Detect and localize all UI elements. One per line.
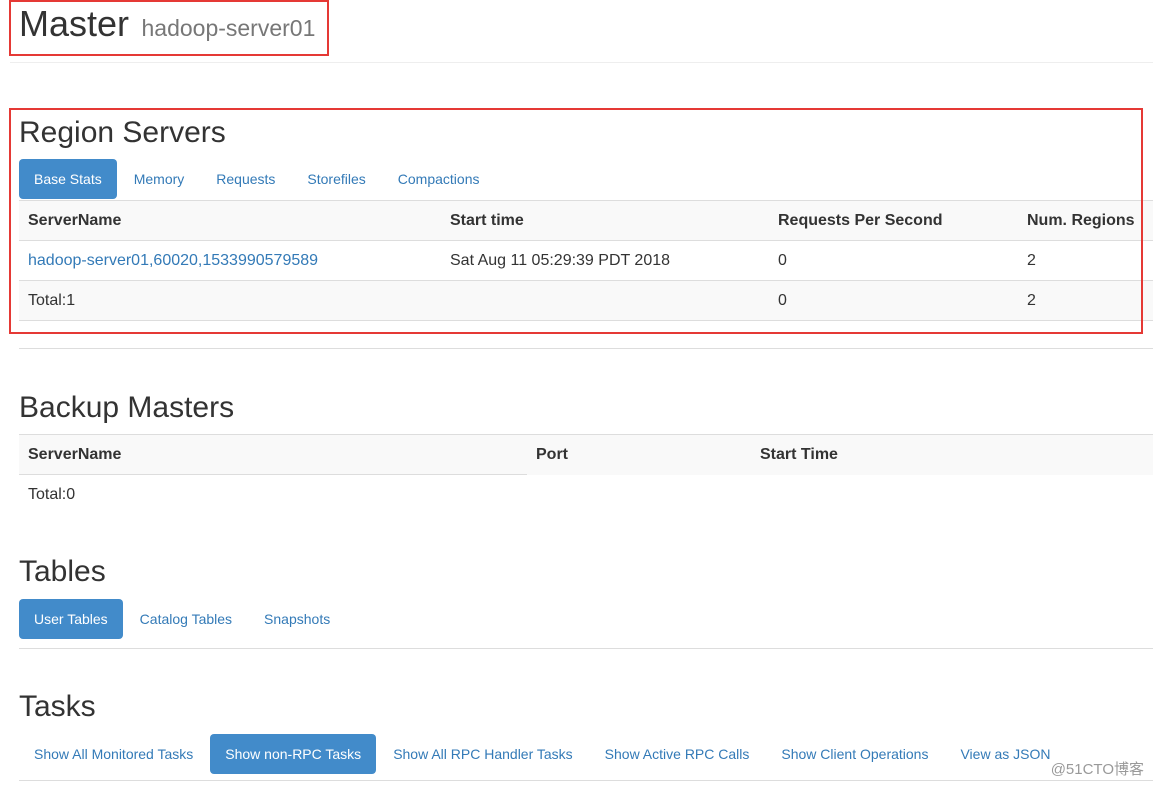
cell-total-requests: 0 [769, 280, 1018, 321]
tab-view-as-json[interactable]: View as JSON [945, 734, 1065, 774]
tab-show-client-operations[interactable]: Show Client Operations [766, 734, 943, 774]
cell-start-time: Sat Aug 11 05:29:39 PDT 2018 [441, 240, 769, 281]
region-servers-table: ServerName Start time Requests Per Secon… [19, 200, 1153, 321]
watermark-text: @51CTO博客 [1050, 761, 1144, 778]
cell-empty [527, 475, 751, 515]
page-header: Master hadoop-server01 [19, 2, 315, 46]
tab-show-all-rpc-handler-tasks[interactable]: Show All RPC Handler Tasks [378, 734, 587, 774]
column-header-requests-per-second: Requests Per Second [769, 200, 1018, 241]
table-row: hadoop-server01,60020,1533990579589 Sat … [19, 240, 1153, 281]
column-header-servername: ServerName [19, 434, 527, 475]
cell-total-regions: 2 [1018, 280, 1153, 321]
header-divider [10, 62, 1153, 63]
column-header-port: Port [527, 434, 751, 475]
tab-storefiles[interactable]: Storefiles [292, 159, 380, 199]
table-header-row: ServerName Start time Requests Per Secon… [19, 200, 1153, 241]
tab-requests[interactable]: Requests [201, 159, 290, 199]
cell-total-empty [441, 280, 769, 321]
column-header-start-time: Start Time [751, 434, 1153, 475]
region-servers-tabs: Base Stats Memory Requests Storefiles Co… [19, 159, 496, 199]
table-header-row: ServerName Port Start Time [19, 434, 1153, 475]
tab-catalog-tables[interactable]: Catalog Tables [125, 599, 247, 639]
cell-total-label: Total:0 [28, 485, 76, 503]
server-link[interactable]: hadoop-server01,60020,1533990579589 [28, 252, 318, 269]
tasks-divider [19, 780, 1153, 781]
tab-memory[interactable]: Memory [119, 159, 200, 199]
cell-num-regions: 2 [1018, 240, 1153, 281]
cell-total-label: Total:1 [19, 280, 441, 321]
backup-masters-title: Backup Masters [19, 391, 235, 424]
tab-compactions[interactable]: Compactions [383, 159, 495, 199]
table-total-row: Total:1 0 2 [19, 280, 1153, 321]
column-header-num-regions: Num. Regions [1018, 200, 1153, 241]
cell-empty [751, 475, 1153, 515]
tab-user-tables[interactable]: User Tables [19, 599, 123, 639]
backup-masters-table: ServerName Port Start Time Total:0 [19, 434, 1153, 514]
hbase-master-page: Master hadoop-server01 Region Servers Ba… [0, 0, 1153, 787]
page-subtitle: hadoop-server01 [141, 15, 316, 41]
tasks-tabs: Show All Monitored Tasks Show non-RPC Ta… [19, 734, 1067, 774]
tab-show-all-monitored-tasks[interactable]: Show All Monitored Tasks [19, 734, 208, 774]
cell-requests-per-second: 0 [769, 240, 1018, 281]
tables-tabs: User Tables Catalog Tables Snapshots [19, 599, 347, 639]
cell-servername: hadoop-server01,60020,1533990579589 [19, 240, 441, 281]
table-total-row: Total:0 [19, 475, 1153, 515]
region-servers-title: Region Servers [19, 116, 226, 149]
column-header-servername: ServerName [19, 200, 441, 241]
tab-base-stats[interactable]: Base Stats [19, 159, 117, 199]
tasks-title: Tasks [19, 690, 96, 723]
tables-divider [19, 648, 1153, 649]
tab-show-non-rpc-tasks[interactable]: Show non-RPC Tasks [210, 734, 377, 774]
tables-title: Tables [19, 555, 106, 588]
tab-show-active-rpc-calls[interactable]: Show Active RPC Calls [590, 734, 765, 774]
column-header-start-time: Start time [441, 200, 769, 241]
page-title: Master [19, 3, 130, 44]
region-servers-divider [19, 348, 1153, 349]
tab-snapshots[interactable]: Snapshots [249, 599, 345, 639]
